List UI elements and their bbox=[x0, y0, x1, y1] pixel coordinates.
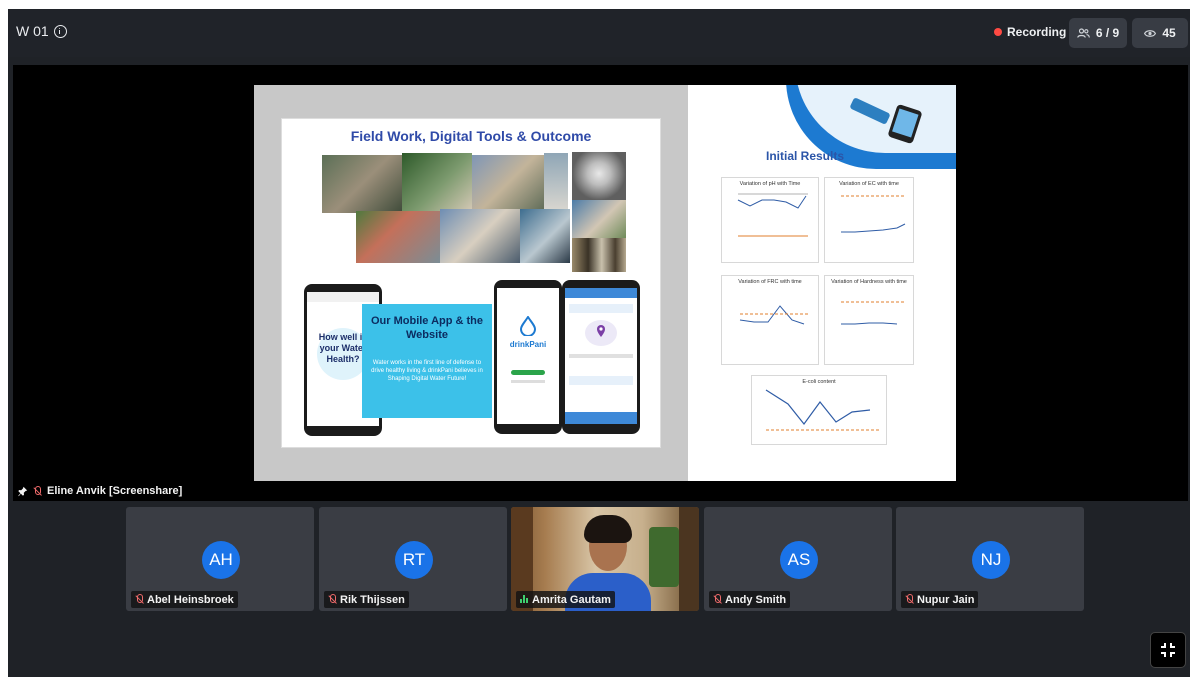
ecoli-chart-plot bbox=[765, 389, 880, 431]
participant-name-tag: Amrita Gautam bbox=[516, 591, 615, 608]
viewers-count: 45 bbox=[1162, 26, 1176, 40]
field-photo bbox=[322, 155, 402, 213]
mic-off-icon bbox=[713, 594, 722, 605]
record-dot-icon bbox=[994, 28, 1002, 36]
slide-right-panel: Initial Results Variation of pH with Tim… bbox=[688, 85, 956, 481]
field-photo bbox=[402, 153, 472, 211]
ph-chart: Variation of pH with Time bbox=[721, 177, 819, 263]
top-bar: W 01 Recording 6 / 9 45 bbox=[8, 9, 1190, 57]
participant-tile-video[interactable]: Amrita Gautam bbox=[511, 507, 699, 611]
shared-slide: Field Work, Digital Tools & Outcome How … bbox=[254, 85, 956, 481]
participant-name: Nupur Jain bbox=[917, 593, 975, 606]
avatar: NJ bbox=[972, 541, 1010, 579]
ec-chart-plot bbox=[841, 195, 906, 233]
participant-name-tag: Abel Heinsbroek bbox=[131, 591, 238, 608]
mobile-app-text: Water works in the first line of defense… bbox=[371, 360, 483, 382]
map-pin-icon bbox=[597, 325, 605, 337]
info-icon[interactable] bbox=[53, 24, 67, 38]
viewers-button[interactable]: 45 bbox=[1132, 18, 1188, 48]
participants-icon bbox=[1077, 28, 1090, 38]
drop-icon bbox=[519, 316, 537, 336]
participant-name: Amrita Gautam bbox=[532, 593, 611, 606]
phone2-brand: drinkPani bbox=[509, 340, 547, 349]
mobile-app-band: Our Mobile App & the Website Water works… bbox=[362, 304, 492, 418]
phone-screen bbox=[565, 288, 637, 424]
recording-label: Recording bbox=[1007, 25, 1067, 39]
frc-chart-plot bbox=[739, 305, 808, 325]
participant-name-tag: Andy Smith bbox=[709, 591, 791, 608]
field-work-card: Field Work, Digital Tools & Outcome How … bbox=[281, 118, 661, 448]
mobile-app-heading: Our Mobile App & the Website bbox=[370, 315, 484, 341]
meeting-window: W 01 Recording 6 / 9 45 Field Work, Digi… bbox=[8, 9, 1190, 677]
sensor-device-icon bbox=[850, 98, 922, 144]
field-photo bbox=[544, 153, 568, 209]
exit-fullscreen-icon bbox=[1161, 643, 1175, 657]
initial-results-title: Initial Results bbox=[766, 149, 845, 163]
frc-chart: Variation of FRC with time bbox=[721, 275, 819, 365]
hardness-chart-plot bbox=[841, 301, 905, 325]
phone-screen: drinkPani bbox=[497, 288, 559, 424]
participant-tile[interactable]: AS Andy Smith bbox=[704, 507, 892, 611]
participant-name-tag: Nupur Jain bbox=[901, 591, 979, 608]
participants-button[interactable]: 6 / 9 bbox=[1069, 18, 1127, 48]
avatar: AS bbox=[780, 541, 818, 579]
slide-left-title: Field Work, Digital Tools & Outcome bbox=[350, 128, 592, 144]
hardness-chart: Variation of Hardness with time bbox=[824, 275, 914, 365]
field-photo bbox=[520, 209, 570, 263]
participants-count: 6 / 9 bbox=[1095, 26, 1120, 40]
presenter-label: Eline Anvik [Screenshare] bbox=[18, 485, 182, 497]
field-photo bbox=[572, 200, 626, 238]
field-photo bbox=[572, 238, 626, 272]
participant-tile[interactable]: RT Rik Thijssen bbox=[319, 507, 507, 611]
meeting-title: W 01 bbox=[16, 23, 49, 39]
meeting-title-group[interactable]: W 01 bbox=[16, 23, 67, 39]
speaking-icon bbox=[520, 595, 529, 604]
ec-chart: Variation of EC with time bbox=[824, 177, 914, 263]
participant-tile[interactable]: NJ Nupur Jain bbox=[896, 507, 1084, 611]
field-photo bbox=[572, 152, 626, 200]
field-photo bbox=[472, 155, 544, 211]
mic-off-icon bbox=[905, 594, 914, 605]
participant-name: Rik Thijssen bbox=[340, 593, 405, 606]
field-photo bbox=[440, 209, 520, 263]
ecoli-chart: E-coli content bbox=[751, 375, 887, 445]
ph-chart-plot bbox=[737, 193, 808, 237]
phone-mockup-app-map bbox=[562, 280, 640, 434]
avatar: RT bbox=[395, 541, 433, 579]
mic-off-icon bbox=[328, 594, 337, 605]
mic-off-icon bbox=[33, 485, 42, 497]
pin-icon bbox=[18, 486, 28, 496]
mic-off-icon bbox=[135, 594, 144, 605]
participant-name: Andy Smith bbox=[725, 593, 787, 606]
eye-icon bbox=[1144, 29, 1157, 37]
participant-tile[interactable]: AH Abel Heinsbroek bbox=[126, 507, 314, 611]
presenter-name: Eline Anvik [Screenshare] bbox=[47, 485, 183, 497]
slide-left-panel: Field Work, Digital Tools & Outcome How … bbox=[254, 85, 688, 481]
participant-name: Abel Heinsbroek bbox=[147, 593, 234, 606]
exit-fullscreen-button[interactable] bbox=[1150, 632, 1186, 668]
recording-indicator: Recording bbox=[994, 25, 1066, 39]
field-photo bbox=[356, 211, 440, 263]
avatar: AH bbox=[202, 541, 240, 579]
screenshare-stage[interactable]: Field Work, Digital Tools & Outcome How … bbox=[13, 65, 1188, 501]
participant-name-tag: Rik Thijssen bbox=[324, 591, 409, 608]
phone-mockup-app: drinkPani bbox=[494, 280, 562, 434]
